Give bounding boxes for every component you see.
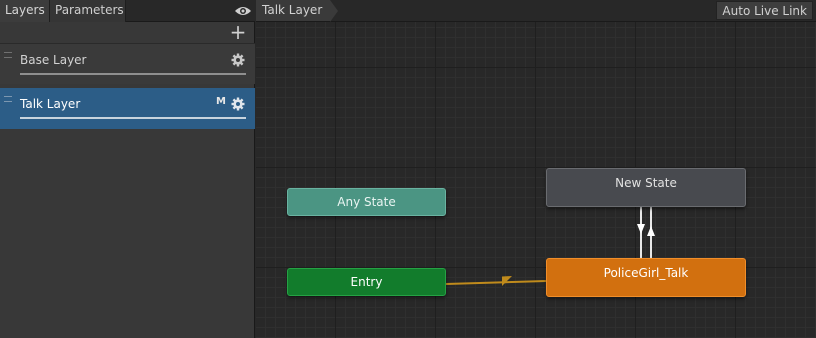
arrow-icon [502,276,512,286]
mask-badge: M [216,96,226,107]
tab-layers[interactable]: Layers [0,0,50,22]
panel-tabs: Layers Parameters [0,0,255,22]
layer-weight-slider [20,117,246,119]
auto-live-link-button[interactable]: Auto Live Link [716,1,813,20]
arrow-icon [647,226,655,236]
state-node-entry[interactable]: Entry [287,268,446,296]
graph-toolbar: Talk Layer Auto Live Link [256,0,816,22]
drag-handle-icon[interactable] [4,96,12,102]
layer-row-base-layer[interactable]: Base Layer [0,43,255,84]
layer-name: Talk Layer [20,97,81,111]
tab-parameters[interactable]: Parameters [50,0,126,22]
plus-icon: + [229,20,247,44]
gear-icon[interactable] [231,97,245,111]
transition-police-to-new-state[interactable] [647,207,655,258]
drag-handle-icon[interactable] [4,52,12,58]
transition-new-state-to-police[interactable] [637,207,645,258]
add-layer-button[interactable]: + [229,22,247,42]
layers-panel: Layers Parameters + Base Layer Talk Laye… [0,0,255,338]
state-node-new-state[interactable]: New State [546,168,746,207]
layer-row-talk-layer[interactable]: Talk Layer M [0,88,255,129]
gear-icon[interactable] [231,53,245,67]
arrow-icon [637,224,645,234]
transition-entry-to-police[interactable] [445,276,547,286]
breadcrumb-arrow-icon [330,0,338,22]
layer-weight-slider [20,73,246,75]
state-node-any-state[interactable]: Any State [287,188,446,216]
state-machine-graph[interactable]: Any State Entry New State PoliceGirl_Tal… [256,22,816,338]
eye-icon[interactable] [234,4,252,18]
state-node-policegirl-talk[interactable]: PoliceGirl_Talk [546,258,746,297]
breadcrumb-talk-layer[interactable]: Talk Layer [256,0,331,21]
layer-name: Base Layer [20,53,87,67]
